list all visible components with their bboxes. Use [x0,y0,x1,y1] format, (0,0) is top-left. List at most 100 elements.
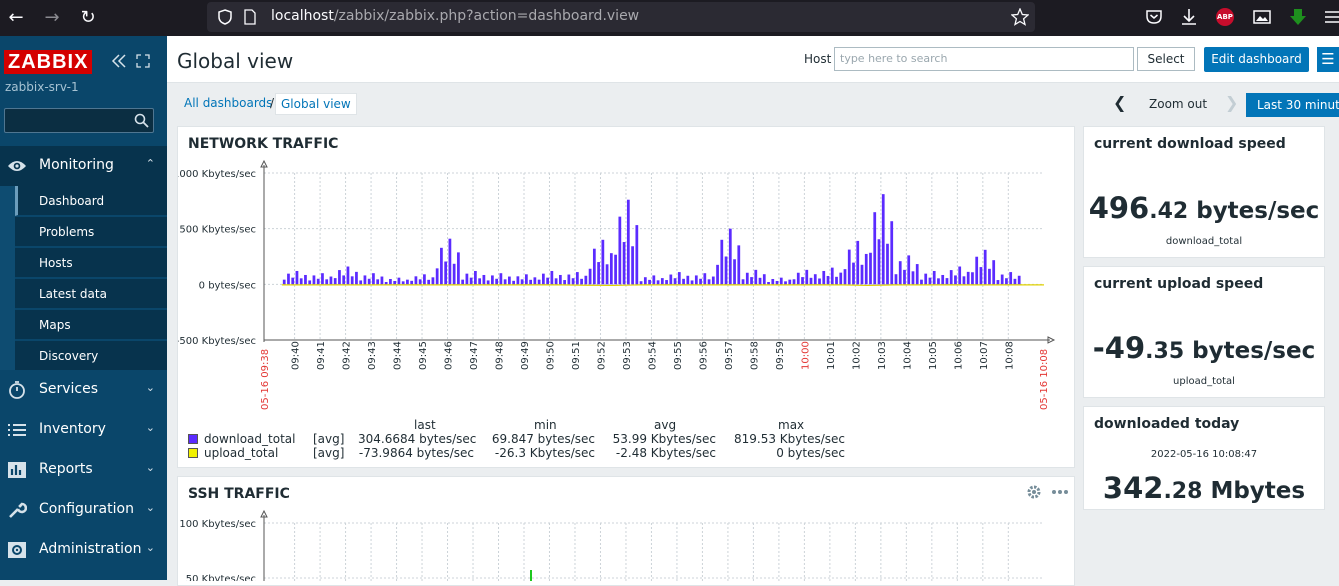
bookmark-star-icon[interactable] [1011,8,1029,26]
zabbix-logo[interactable]: ZABBIX [4,50,93,74]
x-tick-label: 10:04 [902,341,913,370]
download-bar [550,270,554,285]
forward-icon[interactable]: → [40,6,64,30]
download-bar [958,266,962,285]
extension-icon[interactable] [1288,7,1308,27]
download-bar [694,275,698,285]
download-bar [686,275,690,285]
host-label: Host [804,52,832,66]
x-tick-label: 09:58 [749,341,760,370]
download-bar [461,279,465,285]
sidebar-item-label: Inventory [39,421,106,437]
host-search-input[interactable]: type here to search [834,47,1134,71]
download-bar [423,274,426,285]
legend-last: -73.9864 bytes/sec [358,446,474,460]
value-integer: -49 [1092,331,1146,365]
y-tick-label: 0 bytes/sec [199,280,256,291]
download-bar [546,277,549,285]
download-bar [983,249,987,285]
legend-agg: [avg] [313,432,345,446]
download-bar [864,253,868,285]
network-traffic-chart[interactable]: 1000 Kbytes/sec 500 Kbytes/sec 0 bytes/sec… [178,127,1074,417]
sidebar-search-input[interactable] [4,108,154,133]
sidebar-subitem-dashboard[interactable]: Dashboard [15,186,167,216]
breadcrumb-current[interactable]: Global view [275,93,357,115]
download-bar [575,272,579,285]
download-bar [690,280,694,285]
breadcrumb-all-dashboards[interactable]: All dashboards [184,96,272,110]
sidebar-item-inventory[interactable]: Inventory ⌄ [0,410,167,450]
ssh-traffic-chart[interactable]: 100 Kbytes/sec50 Kbytes/sec [178,477,1074,581]
download-bar [291,277,295,285]
sidebar-subitem-hosts[interactable]: Hosts [15,248,167,278]
download-bar [903,269,906,285]
download-bar [567,274,571,285]
sidebar-item-label: Reports [39,461,93,477]
x-tick-label: 10:02 [851,341,862,370]
download-bar [847,249,851,285]
download-bar [775,280,779,285]
shield-icon[interactable] [217,9,233,25]
reload-icon[interactable]: ↻ [76,6,100,30]
select-button[interactable]: Select [1137,47,1195,71]
download-bar [792,279,796,285]
item-value: 496.42 bytes/sec [1084,191,1324,225]
download-bar [503,279,507,285]
time-range-button[interactable]: Last 30 minutes [1246,93,1339,117]
sidebar-subitem-label: Hosts [39,256,73,270]
legend-series-name: download_total [204,432,296,446]
download-bar [350,276,354,285]
value-unit: Mbytes [1202,478,1306,504]
pocket-icon[interactable] [1144,7,1164,27]
download-bar [1017,275,1021,285]
download-bar [592,248,596,285]
download-bar [321,273,324,285]
chevron-down-icon: ⌄ [145,501,155,514]
address-bar[interactable]: localhost/zabbix/zabbix.php?action=dashb… [207,2,1035,32]
time-back-icon[interactable]: ❮ [1113,93,1126,112]
search-icon[interactable] [134,113,149,128]
download-bar [554,278,558,285]
sidebar-item-services[interactable]: Services ⌄ [0,370,167,410]
download-bar [682,278,685,285]
abp-icon[interactable]: ABP [1216,8,1234,26]
url-host: localhost [271,8,334,24]
zoom-out-button[interactable]: Zoom out [1149,97,1207,111]
kiosk-mode-icon[interactable] [136,54,150,68]
sidebar-subitem-discovery[interactable]: Discovery [15,341,167,371]
url-path: /zabbix/zabbix.php?action=dashboard.view [333,8,640,24]
screenshot-icon[interactable] [1252,7,1272,27]
current-upload-speed-widget: current upload speed -49.35 bytes/sec up… [1083,266,1325,398]
download-bar [703,273,707,285]
breadcrumb: All dashboards / Global view ❮ Zoom out … [167,83,1339,123]
y-tick-label: 1000 Kbytes/sec [178,169,256,180]
chevron-down-icon: ⌄ [145,541,155,554]
menu-icon[interactable] [1322,7,1339,27]
sidebar-item-administration[interactable]: Administration ⌄ [0,530,167,570]
value-decimal: .28 [1163,479,1203,504]
x-tick-label: 10:06 [953,341,964,370]
collapse-sidebar-icon[interactable] [111,54,127,68]
x-tick-label: 09:40 [291,341,302,370]
sidebar-item-monitoring[interactable]: Monitoring ⌃ [0,146,167,186]
back-icon[interactable]: ← [4,6,28,30]
download-bar [622,242,626,285]
sidebar-subitem-problems[interactable]: Problems [15,217,167,247]
value-decimal: .42 [1149,199,1189,224]
sidebar: ZABBIX zabbix-srv-1 Monitoring ⌃ Dashboa… [0,36,167,580]
y-tick-label: -500 Kbytes/sec [178,336,256,347]
dashboard-actions-menu-icon[interactable]: ☰ [1317,47,1339,72]
sidebar-item-configuration[interactable]: Configuration ⌄ [0,490,167,530]
edit-dashboard-button[interactable]: Edit dashboard [1204,47,1309,72]
sidebar-subitem-latest-data[interactable]: Latest data [15,279,167,309]
download-bar [648,279,651,285]
download-bar [605,264,609,285]
download-icon[interactable] [1179,7,1199,27]
sidebar-subitem-maps[interactable]: Maps [15,310,167,340]
sidebar-subitem-label: Latest data [39,287,107,301]
sidebar-item-reports[interactable]: Reports ⌄ [0,450,167,490]
legend-max: 819.53 Kbytes/sec [733,432,845,446]
time-forward-icon[interactable]: ❯ [1225,93,1238,112]
download-bar [707,279,711,285]
download-bar [975,256,979,285]
